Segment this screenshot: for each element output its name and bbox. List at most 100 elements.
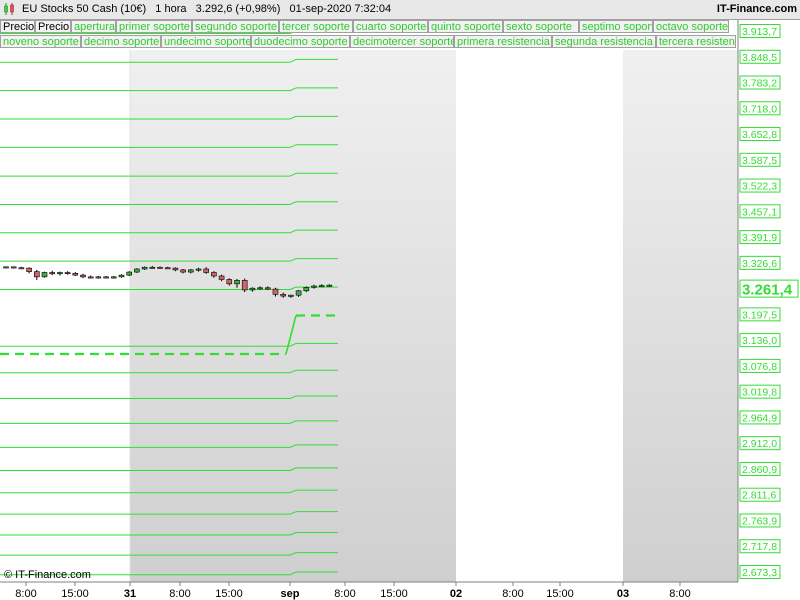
chart-header: EU Stocks 50 Cash (10€) 1 hora 3.292,6 (…: [0, 0, 800, 20]
candle-body: [26, 267, 32, 272]
brand-name[interactable]: IT-Finance.com: [717, 3, 797, 15]
candle-body: [188, 269, 194, 273]
y-tick-label: 3.913,7: [742, 26, 777, 38]
candle-body: [95, 276, 102, 279]
y-tick-label: 3.136,0: [742, 335, 777, 347]
legend-item[interactable]: decimo soporte: [81, 35, 161, 48]
x-tick-label: 8:00: [15, 588, 36, 600]
watermark: © IT-Finance.com: [4, 569, 91, 581]
legend-item[interactable]: octavo soporte: [653, 20, 729, 33]
session-shade: [623, 50, 738, 582]
candle-body: [326, 284, 333, 287]
y-tick-label: 3.391,9: [742, 232, 777, 244]
candle-body: [87, 276, 94, 279]
legend-item[interactable]: tercer soporte: [279, 20, 353, 33]
legend-item[interactable]: tercera resisten: [656, 35, 736, 48]
candle-body: [303, 287, 310, 292]
x-tick-label: 31: [124, 588, 136, 600]
legend-item[interactable]: sexto soporte: [503, 20, 579, 33]
candle-body: [288, 294, 294, 297]
candlestick-icon: [4, 3, 14, 15]
legend-item[interactable]: primera resistencia: [454, 35, 552, 48]
y-tick-label: 2.673,3: [742, 567, 777, 579]
price-change: 3.292,6 (+0,98%): [195, 3, 281, 15]
y-tick-label: 3.326,6: [742, 258, 777, 270]
candle-body: [157, 266, 163, 269]
y-tick-label: 3.197,5: [742, 309, 777, 321]
candle-body: [241, 280, 248, 291]
x-tick-label: 03: [617, 588, 629, 600]
legend-item[interactable]: septimo soporte: [579, 20, 653, 33]
y-tick-label: 2.912,0: [742, 438, 777, 450]
timestamp: 01-sep-2020 7:32:04: [289, 3, 392, 15]
candle-body: [134, 268, 140, 273]
y-tick-label: 3.019,8: [742, 387, 777, 399]
legend-item[interactable]: duodecimo soporte: [251, 35, 350, 48]
candle-body: [180, 269, 186, 273]
candle-body: [164, 267, 171, 270]
current-price-label: 3.261,4: [742, 282, 793, 299]
y-tick-label: 2.763,9: [742, 515, 777, 527]
candle-body: [49, 272, 56, 275]
candle-body: [311, 285, 317, 288]
candle-body: [80, 274, 86, 278]
x-tick-label: 02: [450, 588, 462, 600]
candle-body: [18, 267, 25, 270]
candle-body: [211, 272, 217, 277]
legend-item[interactable]: segunda resistencia: [552, 35, 656, 48]
y-tick-label: 2.860,9: [742, 464, 777, 476]
y-tick-label: 3.652,8: [742, 129, 777, 141]
candle-body: [226, 279, 233, 285]
candle-body: [118, 274, 125, 278]
y-tick-label: 3.718,0: [742, 103, 777, 115]
candle-body: [149, 266, 156, 269]
candle-body: [126, 271, 132, 276]
legend-item[interactable]: apertura: [71, 20, 116, 33]
candle-body: [64, 272, 71, 274]
y-tick-label: 2.811,6: [742, 490, 776, 502]
legend-item[interactable]: Precio: [35, 20, 71, 33]
y-tick-label: 3.457,1: [742, 206, 777, 218]
instrument-name: EU Stocks 50 Cash (10€): [22, 3, 147, 15]
y-tick-label: 3.076,8: [742, 361, 777, 373]
price-chart: 3.913,7 3.848,5 3.783,2 3.718,0 3.652,8 3.587…: [0, 20, 800, 600]
legend-item[interactable]: primer soporte: [116, 20, 192, 33]
candle-body: [218, 275, 225, 280]
candle-body: [234, 280, 240, 285]
x-tick-label: 15:00: [215, 588, 243, 600]
candle-body: [41, 272, 48, 278]
timeframe: 1 hora: [155, 3, 187, 15]
legend-item[interactable]: segundo soporte: [192, 20, 279, 33]
candle-body: [72, 273, 79, 276]
candle-body: [10, 266, 17, 269]
x-tick-label: 15:00: [380, 588, 408, 600]
candle-body: [195, 268, 202, 271]
candle-body: [249, 287, 256, 291]
candle-body: [318, 285, 325, 288]
x-tick-label: sep: [281, 588, 300, 600]
candle-body: [103, 276, 109, 279]
legend-item[interactable]: decimotercer soporte: [350, 35, 454, 48]
candle-body: [57, 272, 63, 275]
x-tick-label: 8:00: [169, 588, 190, 600]
y-tick-label: 3.522,3: [742, 181, 777, 193]
legend-item[interactable]: Precio: [0, 20, 35, 33]
y-tick-label: 3.783,2: [742, 78, 777, 90]
legend-item[interactable]: noveno soporte: [0, 35, 81, 48]
x-tick-label: 8:00: [502, 588, 523, 600]
candle-body: [257, 287, 263, 290]
x-tick-label: 15:00: [546, 588, 574, 600]
candle-body: [3, 266, 9, 269]
series-legend: Precio Precio apertura primer soporte segund…: [0, 20, 738, 49]
session-shade: [130, 50, 290, 582]
legend-item[interactable]: quinto soporte: [428, 20, 503, 33]
legend-item[interactable]: cuarto soporte: [353, 20, 428, 33]
candle-body: [280, 294, 287, 297]
candle-body: [141, 266, 148, 270]
x-tick-label: 15:00: [61, 588, 89, 600]
legend-item[interactable]: undecimo soporte: [161, 35, 251, 48]
y-tick-label: 3.587,5: [742, 155, 777, 167]
candle-body: [203, 268, 209, 273]
y-tick-label: 3.848,5: [742, 52, 777, 64]
x-tick-label: 8:00: [669, 588, 690, 600]
